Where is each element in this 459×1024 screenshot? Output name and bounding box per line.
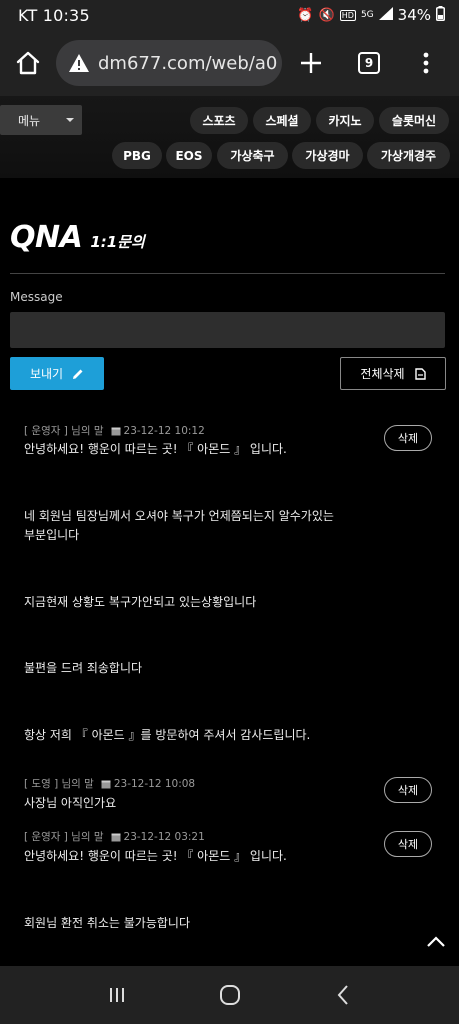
message-label: Message bbox=[10, 290, 63, 304]
message-line: 안녕하세요! 행운이 따르는 곳! 『 아몬드 』 입니다. bbox=[24, 849, 287, 863]
new-tab-button[interactable] bbox=[282, 30, 340, 96]
status-icons: ⏰ 🔇 HD 5G 34% bbox=[297, 5, 445, 25]
mute-icon: 🔇 bbox=[318, 7, 335, 23]
browser-toolbar: dm677.com/web/a0 9 bbox=[0, 30, 459, 96]
calendar-icon bbox=[101, 779, 111, 789]
message-line: 부분입니다 bbox=[24, 528, 80, 542]
delete-all-button[interactable]: 전체삭제 bbox=[340, 357, 446, 390]
menu-dropdown-label: 메뉴 bbox=[18, 113, 41, 128]
tab-switcher-button[interactable]: 9 bbox=[340, 30, 398, 96]
battery-icon bbox=[436, 5, 445, 25]
nav-pill-eos[interactable]: EOS bbox=[166, 142, 212, 169]
delete-button[interactable]: 삭제 bbox=[384, 425, 432, 451]
delete-all-label: 전체삭제 bbox=[360, 367, 405, 381]
document-icon bbox=[414, 367, 426, 380]
nav-pill-virtual-dog[interactable]: 가상개경주 bbox=[367, 142, 450, 169]
home-nav-button[interactable] bbox=[210, 975, 250, 1015]
back-button[interactable] bbox=[323, 975, 363, 1015]
calendar-icon bbox=[111, 832, 121, 842]
title-divider bbox=[10, 273, 445, 274]
more-menu-button[interactable] bbox=[398, 30, 454, 96]
send-button[interactable]: 보내기 bbox=[10, 357, 104, 390]
message-date: 23-12-12 10:12 bbox=[123, 424, 205, 437]
nav-pill-casino[interactable]: 카지노 bbox=[316, 107, 374, 134]
tab-count: 9 bbox=[358, 52, 380, 74]
kebab-menu-icon bbox=[423, 52, 429, 74]
message-line: 네 회원님 팀장님께서 오셔야 복구가 언제쯤되는지 알수가있는 bbox=[24, 509, 334, 523]
recent-apps-icon bbox=[109, 988, 124, 1002]
5g-signal-icon: 5G bbox=[360, 10, 374, 20]
address-bar[interactable]: dm677.com/web/a0 bbox=[56, 40, 282, 86]
signal-icon bbox=[378, 6, 393, 24]
delete-button[interactable]: 삭제 bbox=[384, 831, 432, 857]
page-title: QNA 1:1문의 bbox=[10, 220, 145, 255]
status-time: KT 10:35 bbox=[18, 5, 90, 25]
message-line: 불편을 드려 죄송합니다 bbox=[24, 661, 143, 675]
menu-dropdown[interactable]: 메뉴 bbox=[0, 105, 82, 135]
home-icon bbox=[16, 51, 40, 75]
back-icon bbox=[337, 985, 348, 1005]
message-date: 23-12-12 03:21 bbox=[123, 830, 205, 843]
page-title-sub: 1:1문의 bbox=[90, 233, 145, 251]
message-author: [ 도영 ] 님의 말 bbox=[24, 778, 94, 790]
nav-pill-virtual-soccer[interactable]: 가상축구 bbox=[217, 142, 288, 169]
message-line: 사장님 아직인가요 bbox=[24, 796, 117, 810]
site-nav: 메뉴 스포츠 스페셜 카지노 슬롯머신 PBG EOS 가상축구 가상경마 가상… bbox=[0, 96, 459, 178]
status-bar: KT 10:35 ⏰ 🔇 HD 5G 34% bbox=[0, 0, 459, 30]
message-input[interactable] bbox=[10, 312, 445, 348]
url-text: dm677.com/web/a0 bbox=[98, 52, 278, 74]
message-meta: [ 운영자 ] 님의 말 23-12-12 10:12 bbox=[24, 423, 205, 438]
battery-percent: 34% bbox=[397, 6, 431, 24]
message-meta: [ 도영 ] 님의 말 23-12-12 10:08 bbox=[24, 776, 195, 791]
message-line: 항상 저희 『 아몬드 』를 방문하여 주셔서 감사드립니다. bbox=[24, 728, 311, 742]
hd-icon: HD bbox=[339, 9, 356, 21]
message-line: 지금현재 상황도 복구가안되고 있는상황입니다 bbox=[24, 595, 257, 609]
message-date: 23-12-12 10:08 bbox=[113, 777, 196, 790]
nav-pill-virtual-horse[interactable]: 가상경마 bbox=[292, 142, 363, 169]
message-line: 회원님 환전 취소는 불가능합니다 bbox=[24, 916, 191, 930]
system-nav-bar bbox=[0, 966, 459, 1024]
nav-pill-pbg[interactable]: PBG bbox=[112, 142, 162, 169]
delete-button[interactable]: 삭제 bbox=[384, 777, 432, 803]
alarm-icon: ⏰ bbox=[297, 7, 314, 23]
recent-apps-button[interactable] bbox=[97, 975, 137, 1015]
chevron-up-icon bbox=[427, 936, 445, 947]
message-author: [ 운영자 ] 님의 말 bbox=[24, 425, 104, 437]
warning-icon bbox=[69, 54, 89, 72]
pencil-icon bbox=[73, 369, 83, 379]
home-button[interactable] bbox=[0, 30, 56, 96]
home-circle-icon bbox=[219, 985, 240, 1005]
caret-down-icon bbox=[66, 118, 74, 122]
message-line: 안녕하세요! 행운이 따르는 곳! 『 아몬드 』 입니다. bbox=[24, 442, 287, 456]
scroll-top-button[interactable] bbox=[424, 932, 448, 952]
message-author: [ 운영자 ] 님의 말 bbox=[24, 831, 104, 843]
nav-pill-slot[interactable]: 슬롯머신 bbox=[379, 107, 449, 134]
nav-pill-special[interactable]: 스페셜 bbox=[253, 107, 311, 134]
page-title-main: QNA bbox=[10, 220, 83, 255]
message-meta: [ 운영자 ] 님의 말 23-12-12 03:21 bbox=[24, 829, 205, 844]
plus-icon bbox=[301, 53, 321, 73]
send-button-label: 보내기 bbox=[29, 367, 64, 381]
nav-pill-sports[interactable]: 스포츠 bbox=[190, 107, 248, 134]
calendar-icon bbox=[111, 426, 121, 436]
